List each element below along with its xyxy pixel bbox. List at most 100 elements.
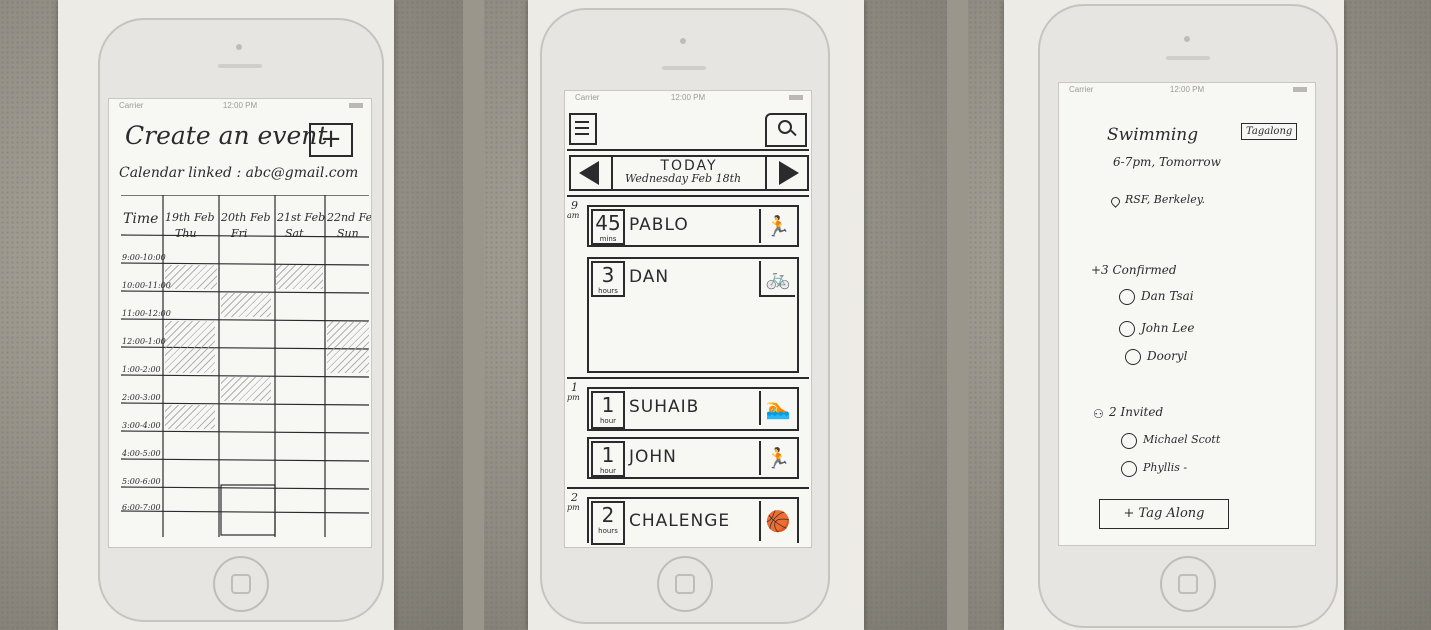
day-header-weekday: Sun [337, 227, 359, 240]
confirmed-count: +3 Confirmed [1091, 263, 1177, 277]
add-event-button[interactable]: + [309, 123, 353, 157]
event-name: DAN [629, 267, 670, 287]
avatar-icon [1121, 461, 1137, 477]
day-header-date: 20th Feb [221, 211, 271, 224]
tag-along-button[interactable]: + Tag Along [1099, 499, 1229, 529]
phone-outline: Carrier 12:00 PM Create an event + Calen… [98, 18, 384, 622]
time-slot-label: 2:00-3:00 [122, 393, 161, 402]
selected-slot[interactable] [221, 485, 275, 535]
duration-box: 3 hours [591, 261, 625, 297]
basketball-icon: 🏀 [759, 501, 795, 541]
home-button [213, 556, 269, 612]
busy-slot [221, 377, 271, 401]
event-card[interactable]: 45 mins PABLO 🏃 [587, 205, 799, 247]
hour-period: pm [567, 503, 580, 512]
time-slot-label: 5:00-6:00 [122, 477, 161, 486]
battery-icon [789, 95, 803, 100]
home-button [657, 556, 713, 612]
divider [567, 149, 809, 151]
phone-screen-event-detail: Carrier 12:00 PM Swimming Tagalong 6-7pm… [1058, 82, 1316, 546]
status-bar: Carrier 12:00 PM [1059, 83, 1315, 97]
day-header-weekday: Thu [175, 227, 197, 240]
busy-slot [275, 265, 323, 289]
duration-box: 2 hours [591, 501, 625, 545]
time-column-header: Time [123, 211, 159, 227]
tagalong-badge[interactable]: Tagalong [1241, 123, 1298, 140]
event-card[interactable]: 2 hours CHALENGE 🏀 [587, 497, 799, 545]
running-icon: 🏃 [759, 441, 795, 475]
phone-outline: Carrier 12:00 PM Swimming Tagalong 6-7pm… [1038, 4, 1338, 628]
activity-title: Swimming [1107, 125, 1199, 145]
status-bar: Carrier 12:00 PM [109, 99, 371, 113]
time-slot-label: 6:00-7:00 [122, 503, 161, 512]
location-pin-icon [1109, 195, 1122, 208]
status-time: 12:00 PM [222, 101, 258, 110]
event-card[interactable]: 3 hours DAN 🚲 [587, 257, 799, 373]
camera-icon [236, 44, 242, 50]
time-slot-label: 3:00-4:00 [122, 421, 161, 430]
duration-box: 1 hour [591, 391, 625, 429]
menu-icon [575, 121, 589, 123]
calendar-linked-text: Calendar linked : abc@gmail.com [119, 165, 359, 181]
avatar-icon [1125, 349, 1141, 365]
event-name: CHALENGE [629, 511, 731, 531]
time-slot-label: 11:00-12:00 [122, 309, 171, 318]
event-location: RSF, Berkeley. [1125, 193, 1206, 206]
event-card[interactable]: 1 hour SUHAIB 🏊 [587, 387, 799, 431]
event-card[interactable]: 1 hour JOHN 🏃 [587, 437, 799, 479]
invited-count: 2 Invited [1109, 405, 1164, 419]
attendee-name: Phyllis - [1143, 461, 1188, 474]
busy-slot [165, 265, 217, 289]
battery-icon [349, 103, 363, 108]
current-date: Wednesday Feb 18th [625, 172, 742, 185]
status-bar: Carrier 12:00 PM [565, 91, 811, 105]
duration-box: 1 hour [591, 441, 625, 477]
day-header-weekday: Sat [285, 227, 304, 240]
search-button[interactable] [765, 113, 807, 147]
event-name: PABLO [629, 215, 689, 235]
page-title: Create an event [125, 121, 328, 150]
duration-amount: 2 [601, 503, 615, 527]
home-button [1160, 556, 1216, 612]
photo-panel-2: Carrier 12:00 PM TODAY Wednesday Feb 18t… [484, 0, 947, 630]
divider [567, 487, 809, 489]
duration-unit: hours [598, 287, 618, 295]
phone-screen-feed: Carrier 12:00 PM TODAY Wednesday Feb 18t… [564, 90, 812, 548]
busy-slot [165, 321, 215, 373]
speaker-icon [218, 64, 262, 68]
event-name: JOHN [629, 447, 677, 467]
hour-period: pm [567, 393, 580, 402]
duration-amount: 1 [601, 393, 615, 417]
duration-unit: hour [599, 417, 617, 425]
duration-amount: 45 [595, 211, 621, 235]
day-header-date: 19th Feb [165, 211, 215, 224]
photo-panel-3: Carrier 12:00 PM Swimming Tagalong 6-7pm… [968, 0, 1431, 630]
hour-period: am [567, 211, 580, 220]
duration-unit: mins [599, 235, 617, 243]
swimming-icon: 🏊 [759, 391, 795, 425]
attendee-name: Michael Scott [1143, 433, 1221, 446]
camera-icon [1184, 36, 1190, 42]
prev-day-button[interactable] [571, 157, 613, 189]
day-header-date: 21st Feb [277, 211, 326, 224]
duration-unit: hours [598, 527, 618, 535]
battery-icon [1293, 87, 1307, 92]
time-slot-label: 4:00-5:00 [122, 449, 161, 458]
speaker-icon [1166, 56, 1210, 60]
phone-outline: Carrier 12:00 PM TODAY Wednesday Feb 18t… [540, 8, 830, 624]
busy-slot [165, 405, 215, 429]
menu-button[interactable] [569, 113, 597, 145]
status-time: 12:00 PM [670, 93, 706, 102]
attendee-name: John Lee [1141, 321, 1195, 335]
attendee-name: Dan Tsai [1141, 289, 1194, 303]
phone-screen-create-event: Carrier 12:00 PM Create an event + Calen… [108, 98, 372, 548]
next-day-button[interactable] [765, 157, 807, 189]
event-time: 6-7pm, Tomorrow [1113, 155, 1221, 169]
date-navigator: TODAY Wednesday Feb 18th [569, 155, 809, 191]
time-slot-label: 1:00-2:00 [122, 365, 161, 374]
event-name: SUHAIB [629, 397, 700, 417]
duration-amount: 1 [601, 443, 615, 467]
speaker-icon [662, 66, 706, 70]
avatar-icon [1121, 433, 1137, 449]
chevron-right-icon [779, 161, 799, 185]
